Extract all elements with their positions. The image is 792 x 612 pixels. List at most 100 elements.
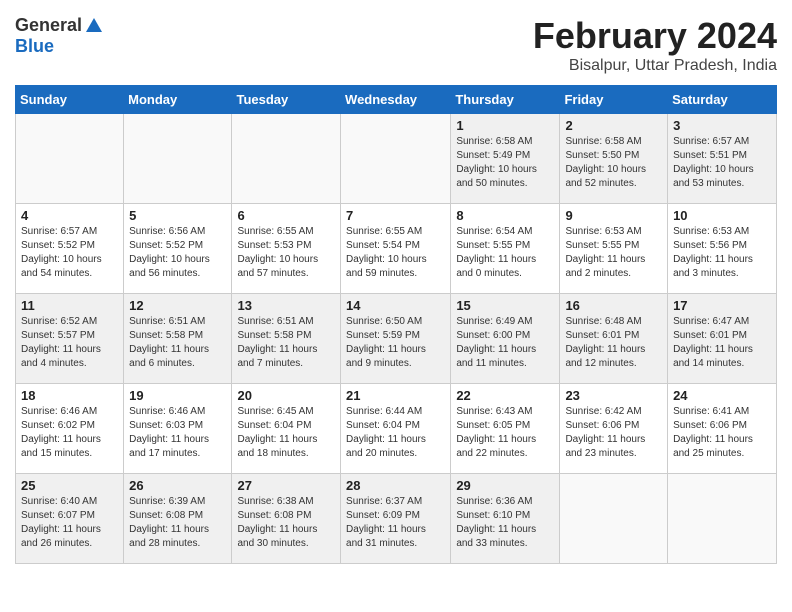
calendar-cell: 24 Sunrise: 6:41 AM Sunset: 6:06 PM Dayli…	[668, 384, 777, 474]
calendar-table: SundayMondayTuesdayWednesdayThursdayFrid…	[15, 85, 777, 564]
cell-info: Sunrise: 6:53 AM Sunset: 5:56 PM Dayligh…	[673, 225, 771, 281]
calendar-cell: 8 Sunrise: 6:54 AM Sunset: 5:55 PM Daylig…	[451, 204, 560, 294]
calendar-header-wednesday: Wednesday	[341, 86, 451, 114]
calendar-header-tuesday: Tuesday	[232, 86, 341, 114]
day-number: 8	[456, 208, 554, 223]
cell-info: Sunrise: 6:41 AM Sunset: 6:06 PM Dayligh…	[673, 405, 771, 461]
cell-info: Sunrise: 6:57 AM Sunset: 5:52 PM Dayligh…	[21, 225, 118, 281]
day-number: 19	[129, 388, 226, 403]
day-number: 13	[237, 298, 335, 313]
calendar-cell: 18 Sunrise: 6:46 AM Sunset: 6:02 PM Dayli…	[16, 384, 124, 474]
day-number: 29	[456, 478, 554, 493]
calendar-header-thursday: Thursday	[451, 86, 560, 114]
calendar-cell: 5 Sunrise: 6:56 AM Sunset: 5:52 PM Daylig…	[124, 204, 232, 294]
logo-general: General	[15, 15, 82, 36]
cell-info: Sunrise: 6:55 AM Sunset: 5:53 PM Dayligh…	[237, 225, 335, 281]
calendar-cell	[124, 114, 232, 204]
calendar-cell: 23Sunrise: 6:42 AM Sunset: 6:06 PM Dayli…	[560, 384, 668, 474]
calendar-cell: 28 Sunrise: 6:37 AM Sunset: 6:09 PM Dayli…	[341, 474, 451, 564]
cell-info: Sunrise: 6:46 AM Sunset: 6:02 PM Dayligh…	[21, 405, 118, 461]
calendar-cell: 12 Sunrise: 6:51 AM Sunset: 5:58 PM Dayli…	[124, 294, 232, 384]
cell-info: Sunrise: 6:39 AM Sunset: 6:08 PM Dayligh…	[129, 495, 226, 551]
cell-info: Sunrise: 6:56 AM Sunset: 5:52 PM Dayligh…	[129, 225, 226, 281]
calendar-cell: 6 Sunrise: 6:55 AM Sunset: 5:53 PM Daylig…	[232, 204, 341, 294]
cell-info: Sunrise: 6:51 AM Sunset: 5:58 PM Dayligh…	[129, 315, 226, 371]
day-number: 14	[346, 298, 445, 313]
calendar-cell: 3Sunrise: 6:57 AM Sunset: 5:51 PM Daylig…	[668, 114, 777, 204]
cell-info: Sunrise: 6:57 AM Sunset: 5:51 PM Dayligh…	[673, 135, 771, 191]
day-number: 7	[346, 208, 445, 223]
cell-info: Sunrise: 6:49 AM Sunset: 6:00 PM Dayligh…	[456, 315, 554, 371]
calendar-week-4: 18 Sunrise: 6:46 AM Sunset: 6:02 PM Dayli…	[16, 384, 777, 474]
calendar-cell: 16 Sunrise: 6:48 AM Sunset: 6:01 PM Dayli…	[560, 294, 668, 384]
calendar-cell: 22Sunrise: 6:43 AM Sunset: 6:05 PM Dayli…	[451, 384, 560, 474]
calendar-cell: 4 Sunrise: 6:57 AM Sunset: 5:52 PM Daylig…	[16, 204, 124, 294]
calendar-header-row: SundayMondayTuesdayWednesdayThursdayFrid…	[16, 86, 777, 114]
calendar-header-saturday: Saturday	[668, 86, 777, 114]
calendar-cell: 27 Sunrise: 6:38 AM Sunset: 6:08 PM Dayli…	[232, 474, 341, 564]
calendar-cell	[232, 114, 341, 204]
calendar-week-1: 1 Sunrise: 6:58 AM Sunset: 5:49 PM Daylig…	[16, 114, 777, 204]
calendar-cell	[341, 114, 451, 204]
cell-info: Sunrise: 6:53 AM Sunset: 5:55 PM Dayligh…	[565, 225, 662, 281]
calendar-cell	[16, 114, 124, 204]
calendar-cell: 20Sunrise: 6:45 AM Sunset: 6:04 PM Dayli…	[232, 384, 341, 474]
logo-blue: Blue	[15, 36, 54, 57]
calendar-cell: 9 Sunrise: 6:53 AM Sunset: 5:55 PM Daylig…	[560, 204, 668, 294]
location: Bisalpur, Uttar Pradesh, India	[533, 57, 777, 75]
day-number: 1	[456, 118, 554, 133]
day-number: 21	[346, 388, 445, 403]
calendar-cell: 15 Sunrise: 6:49 AM Sunset: 6:00 PM Dayli…	[451, 294, 560, 384]
cell-info: Sunrise: 6:55 AM Sunset: 5:54 PM Dayligh…	[346, 225, 445, 281]
day-number: 15	[456, 298, 554, 313]
day-number: 27	[237, 478, 335, 493]
day-number: 5	[129, 208, 226, 223]
cell-info: Sunrise: 6:51 AM Sunset: 5:58 PM Dayligh…	[237, 315, 335, 371]
calendar-header-friday: Friday	[560, 86, 668, 114]
cell-info: Sunrise: 6:46 AM Sunset: 6:03 PM Dayligh…	[129, 405, 226, 461]
calendar-cell: 14 Sunrise: 6:50 AM Sunset: 5:59 PM Dayli…	[341, 294, 451, 384]
cell-info: Sunrise: 6:38 AM Sunset: 6:08 PM Dayligh…	[237, 495, 335, 551]
cell-info: Sunrise: 6:48 AM Sunset: 6:01 PM Dayligh…	[565, 315, 662, 371]
day-number: 10	[673, 208, 771, 223]
cell-info: Sunrise: 6:36 AM Sunset: 6:10 PM Dayligh…	[456, 495, 554, 551]
calendar-cell: 19 Sunrise: 6:46 AM Sunset: 6:03 PM Dayli…	[124, 384, 232, 474]
day-number: 12	[129, 298, 226, 313]
day-number: 28	[346, 478, 445, 493]
day-number: 11	[21, 298, 118, 313]
cell-info: Sunrise: 6:58 AM Sunset: 5:49 PM Dayligh…	[456, 135, 554, 191]
day-number: 18	[21, 388, 118, 403]
cell-info: Sunrise: 6:42 AM Sunset: 6:06 PM Dayligh…	[565, 405, 662, 461]
calendar-cell: 7 Sunrise: 6:55 AM Sunset: 5:54 PM Daylig…	[341, 204, 451, 294]
calendar-week-5: 25 Sunrise: 6:40 AM Sunset: 6:07 PM Dayli…	[16, 474, 777, 564]
header: General Blue February 2024 Bisalpur, Utt…	[15, 15, 777, 75]
day-number: 4	[21, 208, 118, 223]
calendar-week-2: 4 Sunrise: 6:57 AM Sunset: 5:52 PM Daylig…	[16, 204, 777, 294]
day-number: 16	[565, 298, 662, 313]
month-title: February 2024	[533, 15, 777, 57]
day-number: 20	[237, 388, 335, 403]
day-number: 17	[673, 298, 771, 313]
cell-info: Sunrise: 6:58 AM Sunset: 5:50 PM Dayligh…	[565, 135, 662, 191]
calendar-cell	[668, 474, 777, 564]
calendar-cell: 10 Sunrise: 6:53 AM Sunset: 5:56 PM Dayli…	[668, 204, 777, 294]
day-number: 9	[565, 208, 662, 223]
day-number: 24	[673, 388, 771, 403]
cell-info: Sunrise: 6:44 AM Sunset: 6:04 PM Dayligh…	[346, 405, 445, 461]
day-number: 22	[456, 388, 554, 403]
calendar-header-monday: Monday	[124, 86, 232, 114]
calendar-cell: 25 Sunrise: 6:40 AM Sunset: 6:07 PM Dayli…	[16, 474, 124, 564]
day-number: 25	[21, 478, 118, 493]
day-number: 2	[565, 118, 662, 133]
title-area: February 2024 Bisalpur, Uttar Pradesh, I…	[533, 15, 777, 75]
calendar-cell: 2 Sunrise: 6:58 AM Sunset: 5:50 PM Daylig…	[560, 114, 668, 204]
cell-info: Sunrise: 6:37 AM Sunset: 6:09 PM Dayligh…	[346, 495, 445, 551]
cell-info: Sunrise: 6:54 AM Sunset: 5:55 PM Dayligh…	[456, 225, 554, 281]
day-number: 6	[237, 208, 335, 223]
cell-info: Sunrise: 6:50 AM Sunset: 5:59 PM Dayligh…	[346, 315, 445, 371]
calendar-cell: 1 Sunrise: 6:58 AM Sunset: 5:49 PM Daylig…	[451, 114, 560, 204]
calendar-week-3: 11Sunrise: 6:52 AM Sunset: 5:57 PM Dayli…	[16, 294, 777, 384]
calendar-cell: 21 Sunrise: 6:44 AM Sunset: 6:04 PM Dayli…	[341, 384, 451, 474]
cell-info: Sunrise: 6:40 AM Sunset: 6:07 PM Dayligh…	[21, 495, 118, 551]
logo: General Blue	[15, 15, 104, 57]
